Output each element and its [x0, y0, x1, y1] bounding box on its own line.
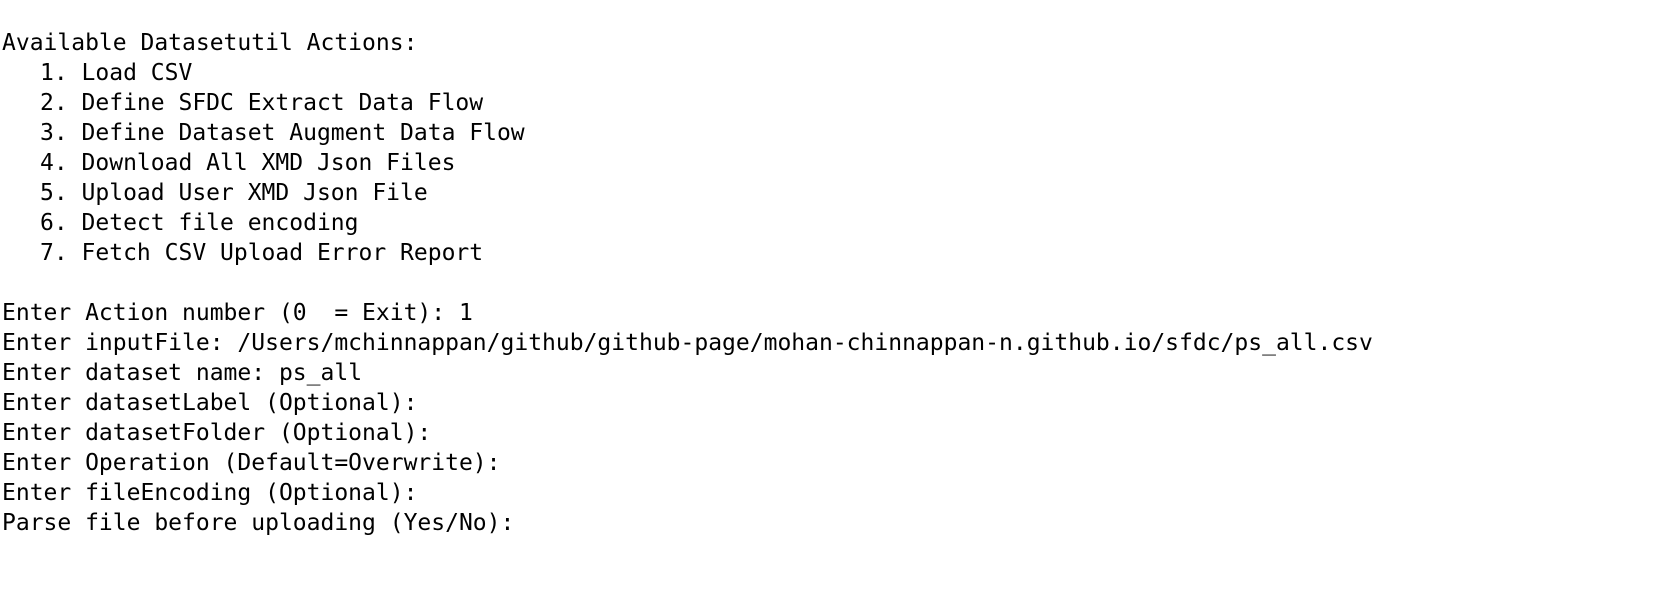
prompt-label: Enter datasetFolder (Optional):: [2, 420, 432, 446]
prompt-dataset-name: Enter dataset name: ps_all: [2, 358, 1662, 388]
menu-title: Available Datasetutil Actions:: [2, 30, 418, 56]
menu-item-define-dataset-augment: 3. Define Dataset Augment Data Flow: [40, 120, 525, 146]
prompt-parse-file[interactable]: Parse file before uploading (Yes/No):: [2, 508, 1662, 538]
prompt-label: Enter Operation (Default=Overwrite):: [2, 450, 501, 476]
prompt-input-file: Enter inputFile: /Users/mchinnappan/gith…: [2, 328, 1662, 358]
prompt-value: 1: [458, 300, 473, 326]
terminal-output[interactable]: Available Datasetutil Actions: 1. Load C…: [2, 28, 1662, 538]
prompt-label: Enter datasetLabel (Optional):: [2, 390, 418, 416]
prompt-label: Enter fileEncoding (Optional):: [2, 480, 418, 506]
prompt-value: ps_all: [278, 360, 363, 386]
menu-item-define-sfdc-extract: 2. Define SFDC Extract Data Flow: [40, 90, 484, 116]
prompt-dataset-folder: Enter datasetFolder (Optional):: [2, 418, 1662, 448]
prompt-label: Enter inputFile:: [2, 330, 238, 356]
prompt-label: Enter Action number (0 = Exit):: [2, 300, 459, 326]
prompt-dataset-label: Enter datasetLabel (Optional):: [2, 388, 1662, 418]
prompt-value: /Users/mchinnappan/github/github-page/mo…: [237, 330, 1373, 356]
menu-item-upload-xmd: 5. Upload User XMD Json File: [40, 180, 428, 206]
menu-item-fetch-error-report: 7. Fetch CSV Upload Error Report: [40, 240, 484, 266]
prompt-label: Parse file before uploading (Yes/No):: [2, 510, 515, 536]
prompt-label: Enter dataset name:: [2, 360, 279, 386]
menu-item-download-xmd: 4. Download All XMD Json Files: [40, 150, 456, 176]
prompt-operation: Enter Operation (Default=Overwrite):: [2, 448, 1662, 478]
menu-item-detect-encoding: 6. Detect file encoding: [40, 210, 359, 236]
prompt-action-number: Enter Action number (0 = Exit): 1: [2, 298, 1662, 328]
prompt-file-encoding: Enter fileEncoding (Optional):: [2, 478, 1662, 508]
menu-item-load-csv: 1. Load CSV: [40, 60, 193, 86]
